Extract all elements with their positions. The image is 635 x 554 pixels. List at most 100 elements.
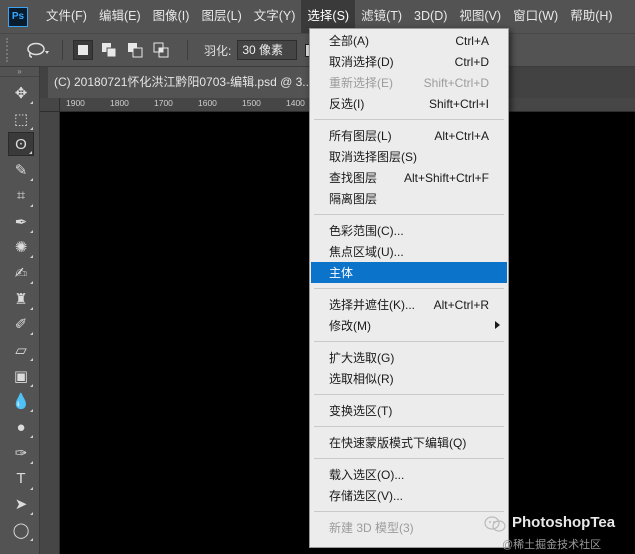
pen-tool-button[interactable]: ✑ <box>8 441 34 465</box>
menu-item-label: 色彩范围(C)... <box>329 224 404 238</box>
subtract-from-selection-button[interactable] <box>125 40 145 60</box>
menu-item-label: 新建 3D 模型(3) <box>329 521 414 535</box>
feather-input[interactable]: 30 像素 <box>237 40 298 60</box>
menu-item-shortcut: Shift+Ctrl+I <box>428 96 489 111</box>
select-menu-item[interactable]: 选取相似(R) <box>311 368 507 389</box>
menu-item[interactable]: 窗口(W) <box>507 0 564 33</box>
crop-tool-button[interactable]: ⌗ <box>8 184 34 208</box>
menu-item-label: 选取相似(R) <box>329 372 394 386</box>
stamp-tool-button[interactable]: ♜ <box>8 287 34 311</box>
menu-item-shortcut: Alt+Shift+Ctrl+F <box>403 170 489 185</box>
move-tool-button[interactable]: ✥ <box>8 81 34 105</box>
marquee-tool-button[interactable]: ⬚ <box>8 107 34 131</box>
select-menu-item[interactable]: 取消选择图层(S) <box>311 146 507 167</box>
add-selection-icon <box>102 43 117 58</box>
menu-item-label: 取消选择(D) <box>329 55 394 69</box>
quick-select-tool-button[interactable]: ✎ <box>8 158 34 182</box>
menu-item-label: 变换选区(T) <box>329 404 393 418</box>
menu-item-label: 焦点区域(U)... <box>329 245 404 259</box>
menu-item[interactable]: 图像(I) <box>147 0 196 33</box>
lasso-tool-button[interactable]: ʘ <box>8 132 34 157</box>
submenu-arrow-icon <box>495 321 500 329</box>
tool-flyout-indicator <box>30 332 33 336</box>
menu-item-label: 查找图层 <box>329 171 378 185</box>
menu-item[interactable]: 文字(Y) <box>248 0 302 33</box>
select-menu-item[interactable]: 载入选区(O)... <box>311 464 507 485</box>
select-menu-item[interactable]: 在快速蒙版模式下编辑(Q) <box>311 432 507 453</box>
intersect-selection-icon <box>153 42 169 58</box>
select-menu-item[interactable]: 变换选区(T) <box>311 400 507 421</box>
healing-tool-button[interactable]: ✺ <box>8 235 34 259</box>
add-to-selection-button[interactable] <box>99 40 119 60</box>
menu-separator <box>314 426 504 427</box>
marquee-tool-icon: ⬚ <box>13 110 29 128</box>
tool-flyout-indicator <box>30 229 33 233</box>
gradient-tool-button[interactable]: ▣ <box>8 364 34 388</box>
select-menu-item[interactable]: 反选(I) Shift+Ctrl+I <box>311 93 507 114</box>
select-menu-item[interactable]: 焦点区域(U)... <box>311 241 507 262</box>
document-tab[interactable]: (C) 20180721怀化洪江黔阳0703-编辑.psd @ 3... <box>48 67 318 98</box>
menu-item-label: 主体 <box>329 266 354 280</box>
menu-item[interactable]: 图层(L) <box>195 0 247 33</box>
ruler-tick-label: 1500 <box>242 98 261 108</box>
tool-flyout-indicator <box>30 306 33 310</box>
shape-tool-button[interactable]: ◯ <box>8 518 34 542</box>
tool-flyout-indicator <box>30 101 33 104</box>
vertical-ruler[interactable] <box>40 112 60 554</box>
select-menu-item[interactable]: 扩大选取(G) <box>311 347 507 368</box>
menu-item-label: 选择并遮住(K)... <box>329 298 415 312</box>
select-menu-item[interactable]: 查找图层 Alt+Shift+Ctrl+F <box>311 167 507 188</box>
menu-separator <box>314 214 504 215</box>
menu-item-label: 取消选择图层(S) <box>329 150 417 164</box>
intersect-selection-button[interactable] <box>151 40 171 60</box>
eraser-tool-button[interactable]: ▱ <box>8 338 34 362</box>
menu-item-label: 在快速蒙版模式下编辑(Q) <box>329 436 467 450</box>
select-menu-dropdown: 全部(A) Ctrl+A 取消选择(D) Ctrl+D 重新选择(E) Shift+Ctr… <box>309 28 509 548</box>
path-select-tool-button[interactable]: ➤ <box>8 492 34 516</box>
photoshop-logo-icon[interactable]: Ps <box>8 6 28 27</box>
select-menu-item[interactable]: 主体 <box>311 262 507 283</box>
tool-preset-picker[interactable] <box>26 39 52 61</box>
brush-tool-button[interactable]: ✍ <box>8 261 34 285</box>
subtract-selection-icon <box>128 43 143 58</box>
menu-item-label: 全部(A) <box>329 34 369 48</box>
ruler-tick-label: 1400 <box>286 98 305 108</box>
menu-item-shortcut: Shift+Ctrl+D <box>423 75 489 90</box>
watermark-title: PhotoshopTea <box>512 514 616 531</box>
select-menu-item[interactable]: 取消选择(D) Ctrl+D <box>311 51 507 72</box>
shape-tool-icon: ◯ <box>12 521 30 539</box>
quick-select-tool-icon: ✎ <box>14 162 28 180</box>
tools-panel: » ✥ ⬚ ʘ ✎ ⌗ ✒ ✺ ✍ ♜ ✐ ▱ ▣ 💧 ● ✑ T ➤ ◯ <box>0 67 40 554</box>
select-menu-item[interactable]: 存储选区(V)... <box>311 485 507 506</box>
menu-item-label: 反选(I) <box>329 97 365 111</box>
new-selection-button[interactable] <box>73 40 93 60</box>
options-separator <box>62 40 63 60</box>
eraser-tool-icon: ▱ <box>15 342 27 359</box>
tool-flyout-indicator <box>30 486 33 490</box>
ruler-corner[interactable] <box>40 98 60 112</box>
select-menu-item[interactable]: 所有图层(L) Alt+Ctrl+A <box>311 125 507 146</box>
history-brush-tool-icon: ✐ <box>14 316 28 334</box>
tools-panel-header[interactable]: » <box>0 67 39 77</box>
ruler-tick-label: 1600 <box>198 98 217 108</box>
menu-item[interactable]: 文件(F) <box>40 0 93 33</box>
tool-flyout-indicator <box>30 460 33 464</box>
select-menu-item[interactable]: 隔离图层 <box>311 188 507 209</box>
select-menu-item[interactable]: 修改(M) <box>311 315 507 336</box>
menu-item[interactable]: 帮助(H) <box>564 0 618 33</box>
lasso-tool-icon: ʘ <box>15 135 27 153</box>
menu-item[interactable]: 编辑(E) <box>93 0 147 33</box>
menu-item-shortcut: Ctrl+A <box>455 33 489 48</box>
select-menu-item[interactable]: 色彩范围(C)... <box>311 220 507 241</box>
select-menu-item[interactable]: 重新选择(E) Shift+Ctrl+D <box>311 72 507 93</box>
select-menu-item[interactable]: 选择并遮住(K)... Alt+Ctrl+R <box>311 294 507 315</box>
tool-flyout-indicator <box>30 512 33 516</box>
gradient-tool-icon: ▣ <box>13 367 29 385</box>
dodge-tool-button[interactable]: ● <box>8 415 34 439</box>
select-menu-item[interactable]: 全部(A) Ctrl+A <box>311 30 507 51</box>
type-tool-button[interactable]: T <box>8 467 34 491</box>
blur-tool-button[interactable]: 💧 <box>8 389 34 413</box>
eyedropper-tool-button[interactable]: ✒ <box>8 210 34 234</box>
options-bar-grip[interactable] <box>6 38 12 62</box>
history-brush-tool-button[interactable]: ✐ <box>8 312 34 336</box>
